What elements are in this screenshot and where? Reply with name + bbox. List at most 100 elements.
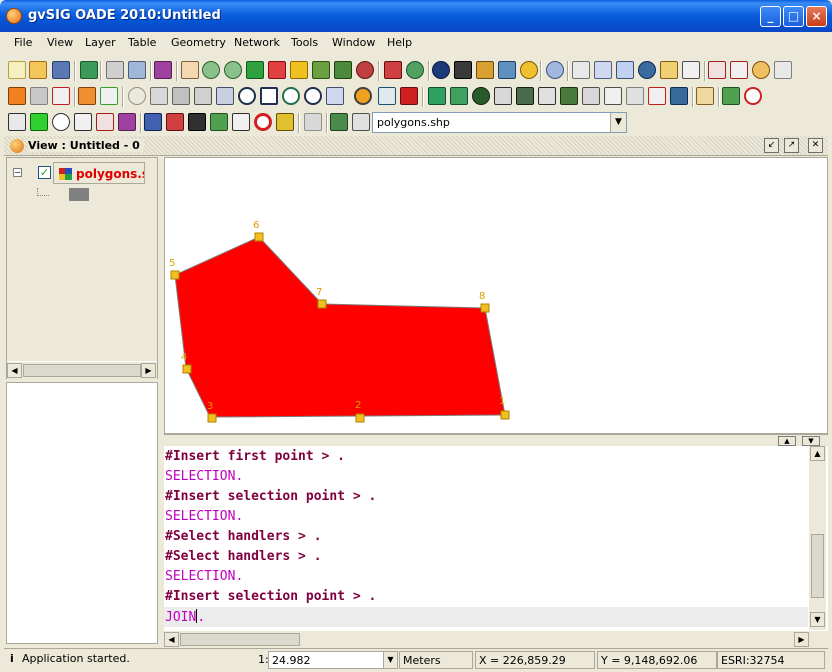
edit-vertex-icon[interactable]	[354, 87, 372, 105]
locator-map-icon[interactable]	[384, 61, 402, 79]
tree-collapse-icon[interactable]: −	[13, 168, 22, 177]
menu-tools[interactable]: Tools	[291, 36, 318, 49]
attribute-icon[interactable]	[100, 87, 118, 105]
menu-table[interactable]: Table	[128, 36, 156, 49]
expand-down-icon[interactable]: ▼	[802, 436, 820, 446]
chevron-down-icon[interactable]: ▼	[610, 113, 626, 132]
scrollbar-thumb[interactable]	[180, 633, 300, 646]
vertex-handle[interactable]	[207, 413, 217, 423]
menu-window[interactable]: Window	[332, 36, 375, 49]
scroll-right-icon[interactable]: ▶	[141, 363, 156, 378]
snap-grid-icon[interactable]	[30, 113, 48, 131]
vertex-handle[interactable]	[170, 270, 180, 280]
menu-view[interactable]: View	[47, 36, 73, 49]
command-console[interactable]: #Insert first point > . SELECTION. #Inse…	[164, 446, 828, 630]
open-project-icon[interactable]	[29, 61, 47, 79]
help-bubble-icon[interactable]	[546, 61, 564, 79]
console-horizontal-scrollbar[interactable]: ◀ ▶	[164, 630, 828, 647]
zoom-full-icon[interactable]	[246, 61, 264, 79]
scrollbar-thumb[interactable]	[811, 534, 824, 598]
route-icon[interactable]	[166, 113, 184, 131]
menu-help[interactable]: Help	[387, 36, 412, 49]
explode-icon[interactable]	[648, 87, 666, 105]
view-close-button[interactable]: ✕	[808, 138, 823, 153]
symmetry-icon[interactable]	[450, 87, 468, 105]
edit-properties-icon[interactable]	[696, 87, 714, 105]
menu-network[interactable]: Network	[234, 36, 280, 49]
polygon-feature[interactable]	[174, 236, 506, 418]
zoom-scale-icon[interactable]	[356, 61, 374, 79]
active-layer-select[interactable]: polygons.shp ▼	[372, 112, 627, 133]
zoom-out-icon[interactable]	[224, 61, 242, 79]
menu-layer[interactable]: Layer	[85, 36, 116, 49]
crosshair-icon[interactable]	[744, 87, 762, 105]
scale-icon[interactable]	[494, 87, 512, 105]
point-icon[interactable]	[128, 87, 146, 105]
menu-geometry[interactable]: Geometry	[171, 36, 226, 49]
circle-3p-icon[interactable]	[282, 87, 300, 105]
vertex-handle[interactable]	[500, 410, 510, 420]
polyline-icon[interactable]	[216, 87, 234, 105]
view-maximize-button[interactable]: ↗	[784, 138, 799, 153]
rotate-icon[interactable]	[472, 87, 490, 105]
select-by-layer-icon[interactable]	[638, 61, 656, 79]
scissors-icon[interactable]	[604, 87, 622, 105]
measure-distance-icon[interactable]	[476, 61, 494, 79]
target-icon[interactable]	[254, 113, 272, 131]
scroll-left-icon[interactable]: ◀	[7, 363, 22, 378]
scroll-right-icon[interactable]: ▶	[794, 632, 809, 647]
extend-icon[interactable]	[118, 113, 136, 131]
expand-up-icon[interactable]: ▲	[778, 436, 796, 446]
edit-select-icon[interactable]	[378, 87, 396, 105]
save-project-icon[interactable]	[52, 61, 70, 79]
find-icon[interactable]	[128, 61, 146, 79]
maximize-button[interactable]: □	[783, 6, 804, 27]
cut-icon[interactable]	[774, 61, 792, 79]
line-icon[interactable]	[172, 87, 190, 105]
back-arrow-icon[interactable]	[8, 87, 26, 105]
pan-hand-icon[interactable]	[181, 61, 199, 79]
map-canvas[interactable]: 1 2 3 4 5 6 7 8	[164, 157, 828, 434]
gvsig-app-icon[interactable]	[6, 8, 22, 24]
measure-icon[interactable]	[406, 61, 424, 79]
zoom-next-icon[interactable]	[334, 61, 352, 79]
snap-icon[interactable]	[752, 61, 770, 79]
scroll-down-icon[interactable]: ▼	[810, 612, 825, 627]
query-icon[interactable]	[454, 61, 472, 79]
join-icon[interactable]	[670, 87, 688, 105]
menu-file[interactable]: File	[14, 36, 32, 49]
layer-manager-icon[interactable]	[154, 61, 172, 79]
autocomplete-icon[interactable]	[626, 87, 644, 105]
chevron-down-icon[interactable]: ▼	[383, 652, 397, 668]
georef-icon[interactable]	[52, 113, 70, 131]
select-area-icon[interactable]	[708, 61, 726, 79]
table-icon[interactable]	[52, 87, 70, 105]
copy-icon[interactable]	[428, 87, 446, 105]
vertex-handle[interactable]	[480, 303, 490, 313]
circle-icon[interactable]	[238, 87, 256, 105]
vertex-handle[interactable]	[182, 364, 192, 374]
deselect-icon[interactable]	[730, 61, 748, 79]
console-input[interactable]: JOIN.	[164, 607, 808, 627]
scroll-up-icon[interactable]: ▲	[810, 446, 825, 461]
script-icon[interactable]	[210, 113, 228, 131]
add-layer-icon[interactable]	[80, 61, 98, 79]
grid-icon[interactable]	[8, 113, 26, 131]
select-pointer-icon[interactable]	[572, 61, 590, 79]
split-icon[interactable]	[582, 87, 600, 105]
edit-note-icon[interactable]	[232, 113, 250, 131]
new-project-icon[interactable]	[8, 61, 26, 79]
measure-area-icon[interactable]	[498, 61, 516, 79]
scrollbar-thumb[interactable]	[23, 364, 141, 377]
layer-visibility-checkbox[interactable]: ✓	[38, 166, 51, 179]
vertex-handle[interactable]	[355, 413, 365, 423]
zoom-select-icon[interactable]	[268, 61, 286, 79]
edit-delete-icon[interactable]	[400, 87, 418, 105]
forward-arrow-icon[interactable]	[30, 87, 48, 105]
mirror-icon[interactable]	[538, 87, 556, 105]
minimize-button[interactable]: _	[760, 6, 781, 27]
select-rectangle-icon[interactable]	[594, 61, 612, 79]
network-icon[interactable]	[144, 113, 162, 131]
arc-icon[interactable]	[194, 87, 212, 105]
close-button[interactable]: ×	[806, 6, 827, 27]
